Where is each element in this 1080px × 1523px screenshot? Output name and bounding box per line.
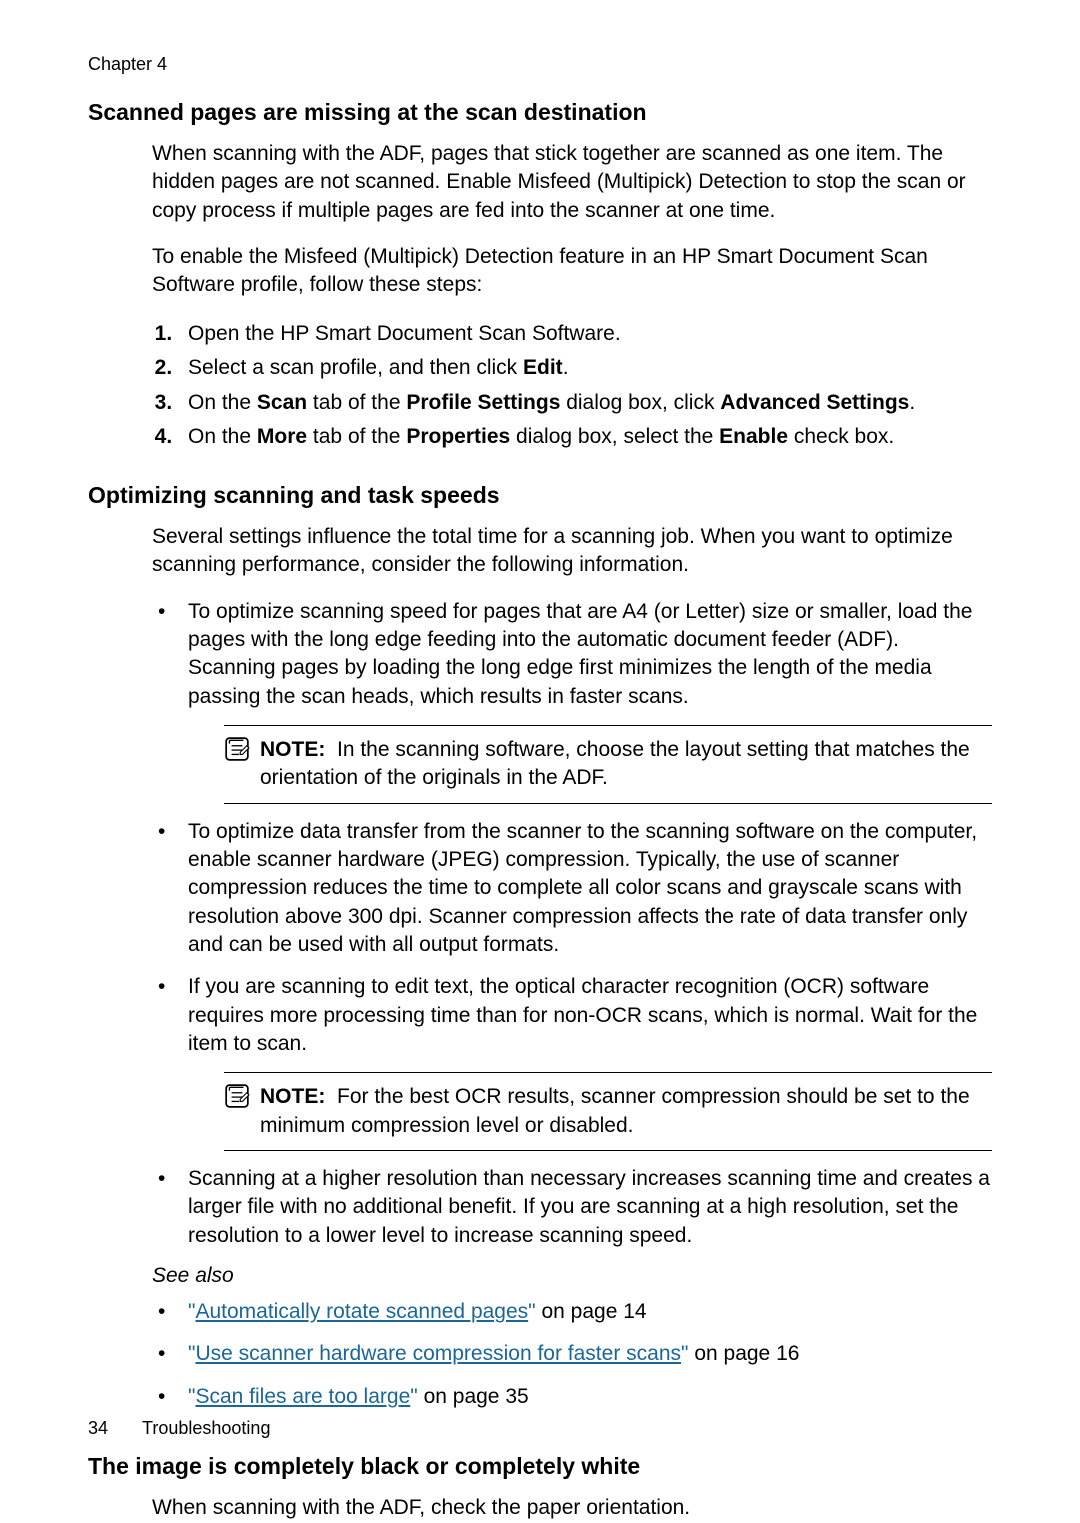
- chapter-label: Chapter 4: [88, 54, 992, 75]
- note-1: NOTE: In the scanning software, choose t…: [224, 725, 992, 804]
- section2-title: Optimizing scanning and task speeds: [88, 482, 992, 509]
- section3-title: The image is completely black or complet…: [88, 1453, 992, 1480]
- bullet-2: To optimize data transfer from the scann…: [152, 818, 992, 960]
- section2-bullets: To optimize scanning speed for pages tha…: [152, 598, 992, 1251]
- section2-p1: Several settings influence the total tim…: [152, 523, 992, 580]
- note-2: NOTE: For the best OCR results, scanner …: [224, 1072, 992, 1151]
- see-also-links: "Automatically rotate scanned pages" on …: [152, 1298, 992, 1411]
- step-4: On the More tab of the Properties dialog…: [178, 421, 992, 454]
- step-1: Open the HP Smart Document Scan Software…: [178, 318, 992, 351]
- link-files-too-large[interactable]: Scan files are too large: [195, 1385, 410, 1408]
- see-also-item-2: "Use scanner hardware compression for fa…: [152, 1340, 992, 1368]
- bullet-3: If you are scanning to edit text, the op…: [152, 973, 992, 1151]
- link-hardware-compression[interactable]: Use scanner hardware compression for fas…: [195, 1342, 681, 1365]
- bullet-4: Scanning at a higher resolution than nec…: [152, 1165, 992, 1250]
- section3-p1: When scanning with the ADF, check the pa…: [152, 1494, 992, 1522]
- bullet-1: To optimize scanning speed for pages tha…: [152, 598, 992, 804]
- link-rotate-pages[interactable]: Automatically rotate scanned pages: [195, 1300, 528, 1323]
- page-number: 34: [88, 1418, 108, 1438]
- section1-steps: Open the HP Smart Document Scan Software…: [152, 318, 992, 454]
- step-3: On the Scan tab of the Profile Settings …: [178, 387, 992, 420]
- step-2: Select a scan profile, and then click Ed…: [178, 352, 992, 385]
- see-also-label: See also: [152, 1264, 992, 1288]
- footer-title: Troubleshooting: [142, 1418, 270, 1438]
- note-icon: [224, 736, 250, 762]
- note-icon: [224, 1083, 250, 1109]
- section1-p1: When scanning with the ADF, pages that s…: [152, 140, 992, 225]
- section1-p2: To enable the Misfeed (Multipick) Detect…: [152, 243, 992, 300]
- see-also-item-1: "Automatically rotate scanned pages" on …: [152, 1298, 992, 1326]
- section1-title: Scanned pages are missing at the scan de…: [88, 99, 992, 126]
- see-also-item-3: "Scan files are too large" on page 35: [152, 1383, 992, 1411]
- page-footer: 34 Troubleshooting: [88, 1418, 270, 1439]
